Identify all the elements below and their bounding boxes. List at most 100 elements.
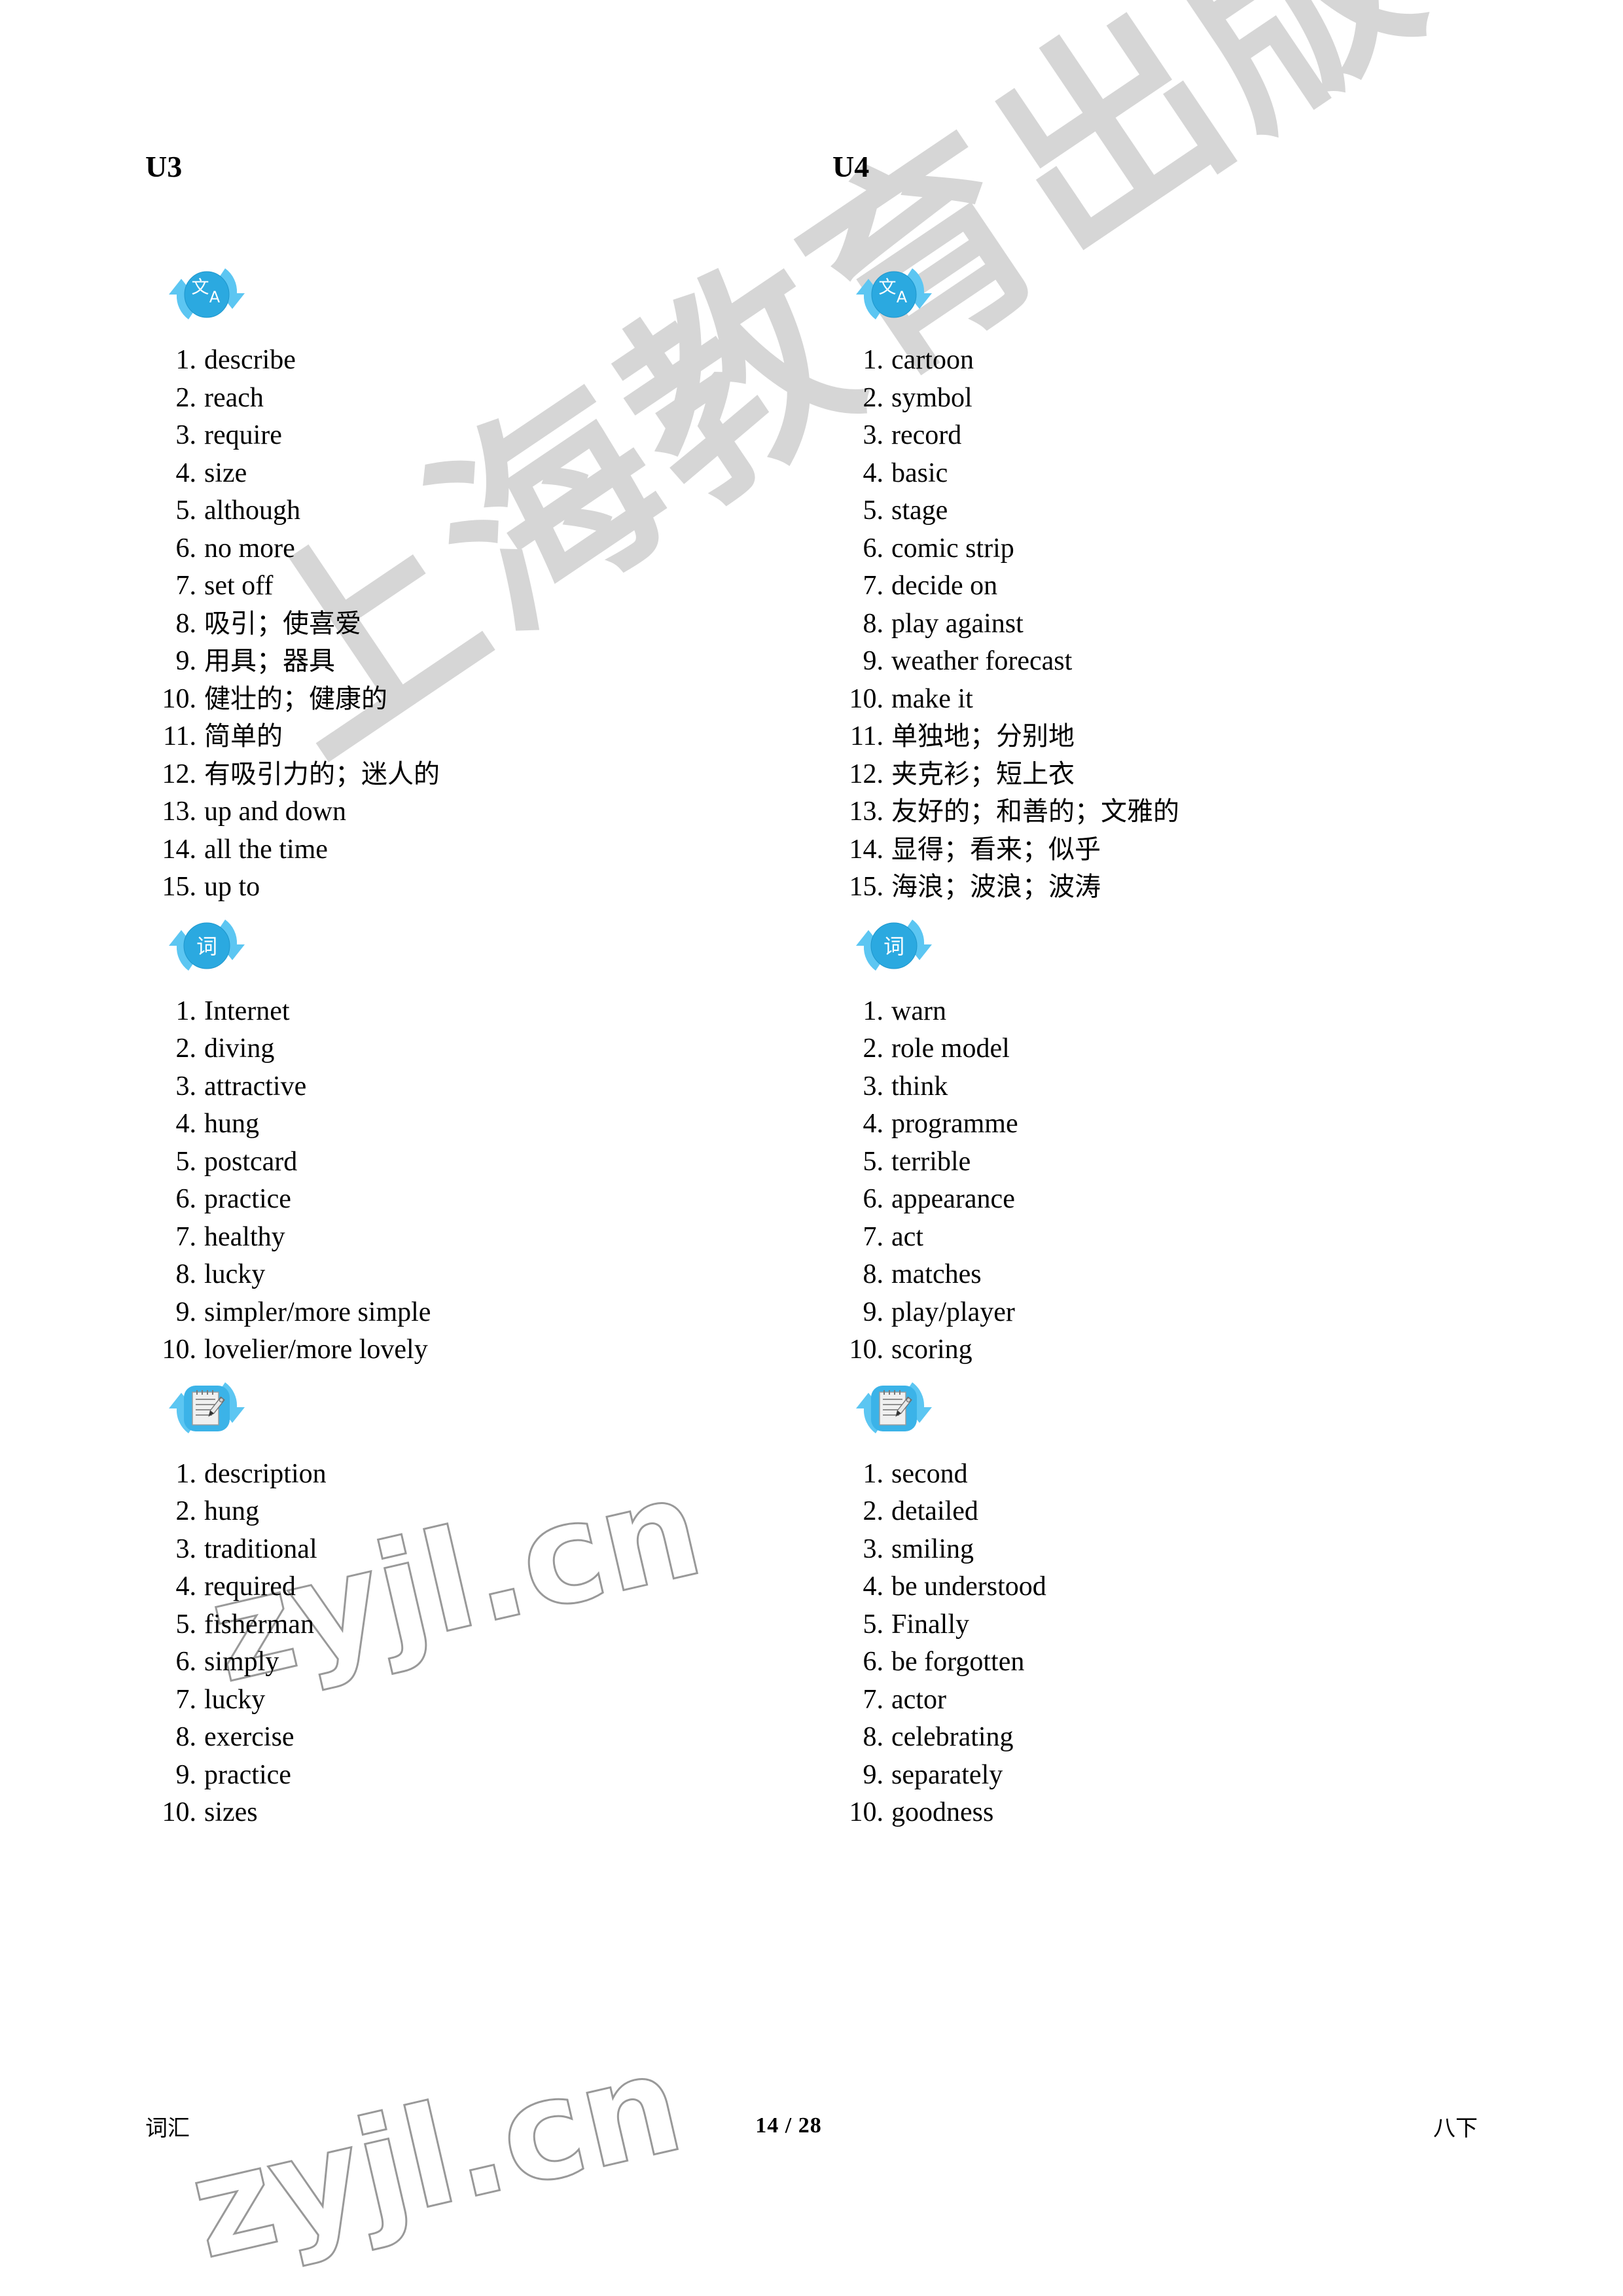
answer-item-number: 1. [863,1458,884,1489]
answer-item: 9. practice [145,1757,826,1795]
answer-item-text: set off [204,571,274,601]
answer-item: 8. play against [832,605,1513,643]
answer-item-text: hung [204,1109,259,1139]
answer-item-text: attractive [204,1071,307,1102]
answer-item: 4. size [145,455,826,493]
answer-item-text: appearance [891,1184,1015,1214]
answer-item-number: 7. [175,571,197,601]
footer-grade-label: 八下 [1433,2115,1478,2142]
answer-item-number: 4. [863,1109,884,1139]
translate-icon: 文 A [856,259,933,327]
answer-item-text: size [204,457,247,488]
answer-item: 9. weather forecast [832,643,1513,681]
answer-item-text: diving [204,1033,275,1064]
answer-item: 5. although [145,492,826,530]
answer-item-text: comic strip [891,533,1014,564]
answer-item: 10. sizes [145,1794,826,1832]
answer-item-number: 5. [863,495,884,526]
answer-item: 7. act [832,1219,1513,1257]
answer-item-text: basic [891,457,948,488]
page-number: 14 / 28 [755,2113,822,2138]
answer-list: 1. describe 2. reach 3. require 4. size 5. althou… [145,342,826,906]
unit-title: U4 [832,150,870,183]
answer-item: 10. make it [832,681,1513,719]
answer-item: 4. basic [832,455,1513,493]
answer-section: 词 1. Internet 2. diving 3. attractive 4. hung 5.… [145,910,826,1369]
answer-item: 6. appearance [832,1181,1513,1219]
answer-item-number: 1. [863,345,884,375]
answer-item: 2. diving [145,1030,826,1068]
answer-item-text: smiling [891,1534,974,1564]
notepad-pen-icon [169,1373,246,1441]
answer-item-number: 2. [863,1496,884,1526]
answer-item-text: play/player [891,1297,1015,1327]
answer-item-number: 9. [863,646,884,676]
answer-item-number: 7. [863,1221,884,1252]
answer-item: 3. traditional [145,1531,826,1569]
answer-item: 4. programme [832,1105,1513,1143]
answer-item-number: 8. [175,1722,197,1752]
answer-item: 8. 吸引；使喜爱 [145,605,826,643]
answer-item: 4. required [145,1568,826,1606]
answer-item-number: 3. [175,1534,197,1564]
notepad-pen-icon [856,1373,933,1441]
answer-item-number: 2. [175,1496,197,1526]
answer-item-number: 6. [863,1184,884,1214]
answer-item: 8. lucky [145,1256,826,1294]
page-footer: 词汇 14 / 28 八下 [145,2106,1478,2145]
answer-item-number: 3. [863,1534,884,1564]
answer-item-text: symbol [891,382,972,413]
answer-item: 15. 海浪；波浪；波涛 [832,869,1513,906]
answer-section: 文 A 1. describe 2. reach 3. require 4. size 5. al… [145,259,826,906]
answer-item-text: decide on [891,571,998,601]
answer-item-number: 5. [175,1609,197,1640]
worksheet-page: 上海教育出版社 zyjl.cn zyjl.cn U3 文 A 1. describ… [0,0,1623,2296]
answer-item-number: 8. [175,608,197,639]
answer-item: 11. 单独地；分别地 [832,718,1513,756]
answer-item-text: all the time [204,834,328,865]
answer-item: 3. smiling [832,1531,1513,1569]
answer-item-number: 10. [162,1797,197,1827]
answer-item-number: 4. [863,457,884,488]
answer-item: 6. be forgotten [832,1643,1513,1681]
answer-item: 3. think [832,1068,1513,1106]
answer-item-number: 3. [175,1071,197,1102]
answer-item: 2. hung [145,1493,826,1531]
answer-item: 10. 健壮的；健康的 [145,681,826,719]
answer-item: 6. simply [145,1643,826,1681]
answer-item: 15. up to [145,869,826,906]
answer-item-text: separately [891,1759,1003,1790]
answer-item: 1. Internet [145,993,826,1031]
answer-item-number: 4. [175,1109,197,1139]
answer-item-text: actor [891,1684,946,1715]
answer-item-number: 6. [175,1184,197,1214]
answer-item-text: act [891,1221,923,1252]
answer-item-number: 1. [175,1458,197,1489]
answer-section: 词 1. warn 2. role model 3. think 4. programme 5.… [832,910,1513,1369]
answer-item-number: 9. [175,646,197,676]
answer-item: 3. record [832,417,1513,455]
answer-item-text: 用具；器具 [204,646,335,676]
answer-item-number: 11. [850,721,883,751]
answer-item-text: Internet [204,996,290,1026]
answer-item: 1. cartoon [832,342,1513,380]
answer-item-text: be forgotten [891,1647,1025,1677]
answer-item: 9. simpler/more simple [145,1294,826,1332]
svg-text:词: 词 [196,934,217,959]
answer-item: 4. hung [145,1105,826,1143]
answer-item: 3. attractive [145,1068,826,1106]
answer-item-text: Finally [891,1609,970,1640]
answer-item: 2. role model [832,1030,1513,1068]
answer-item-number: 10. [162,683,197,714]
answer-item: 2. reach [145,380,826,418]
answer-item-number: 13. [849,797,884,827]
answer-item-text: description [204,1458,327,1489]
answer-item: 14. 显得；看来；似乎 [832,831,1513,869]
answer-item-number: 1. [175,996,197,1026]
word-icon: 词 [169,910,246,978]
answer-section: 1. second 2. detailed 3. smiling 4. be understo… [832,1373,1513,1832]
answer-item-number: 8. [863,608,884,639]
answer-item: 7. decide on [832,567,1513,605]
answer-section: 文 A 1. cartoon 2. symbol 3. record 4. basic 5. st… [832,259,1513,906]
answer-item: 5. fisherman [145,1606,826,1644]
